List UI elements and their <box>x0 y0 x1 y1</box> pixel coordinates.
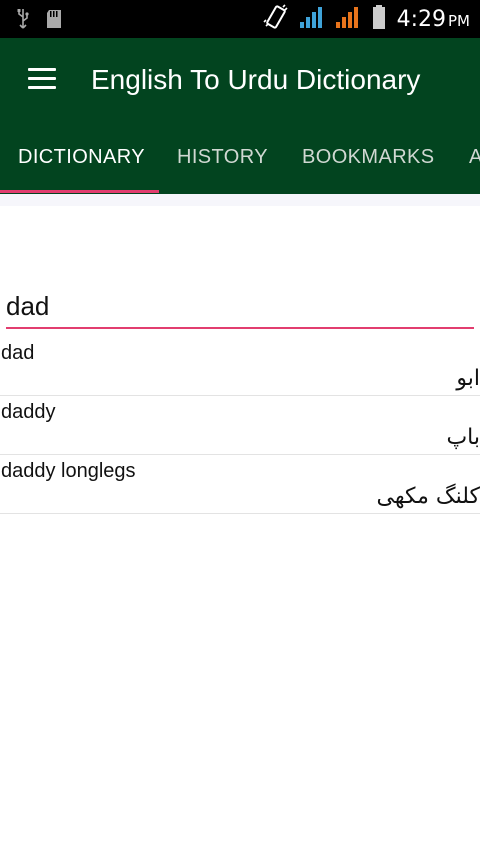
tab-history[interactable]: HISTORY <box>177 146 268 169</box>
tab-dictionary[interactable]: DICTIONARY <box>18 146 145 169</box>
tab-bar: DICTIONARY HISTORY BOOKMARKS A <box>0 122 480 194</box>
usb-icon <box>16 8 30 35</box>
vibrate-icon <box>263 4 289 35</box>
search-input[interactable] <box>6 285 474 329</box>
english-word: daddy <box>1 401 56 423</box>
list-item[interactable]: dad ابو <box>0 337 480 396</box>
status-bar: 4:29 PM <box>0 0 480 38</box>
battery-icon <box>371 4 387 35</box>
list-item[interactable]: daddy باپ <box>0 396 480 455</box>
urdu-meaning: باپ <box>446 425 480 450</box>
tab-indicator <box>0 190 159 193</box>
english-word: dad <box>1 342 35 364</box>
results-list: dad ابو daddy باپ daddy longlegs کلنگ مک… <box>0 337 480 514</box>
sd-card-icon <box>46 9 62 34</box>
signal-icon <box>299 5 325 34</box>
divider <box>0 194 480 206</box>
signal-icon <box>335 5 361 34</box>
app-bar: English To Urdu Dictionary <box>0 38 480 122</box>
tab-bookmarks[interactable]: BOOKMARKS <box>302 146 435 169</box>
list-item[interactable]: daddy longlegs کلنگ مکھی <box>0 455 480 514</box>
urdu-meaning: ابو <box>456 366 480 391</box>
english-word: daddy longlegs <box>1 460 136 482</box>
urdu-meaning: کلنگ مکھی <box>376 484 480 509</box>
menu-icon[interactable] <box>28 68 56 90</box>
tab-more[interactable]: A <box>469 146 480 169</box>
app-title: English To Urdu Dictionary <box>91 64 421 95</box>
status-time: 4:29 PM <box>396 7 470 32</box>
